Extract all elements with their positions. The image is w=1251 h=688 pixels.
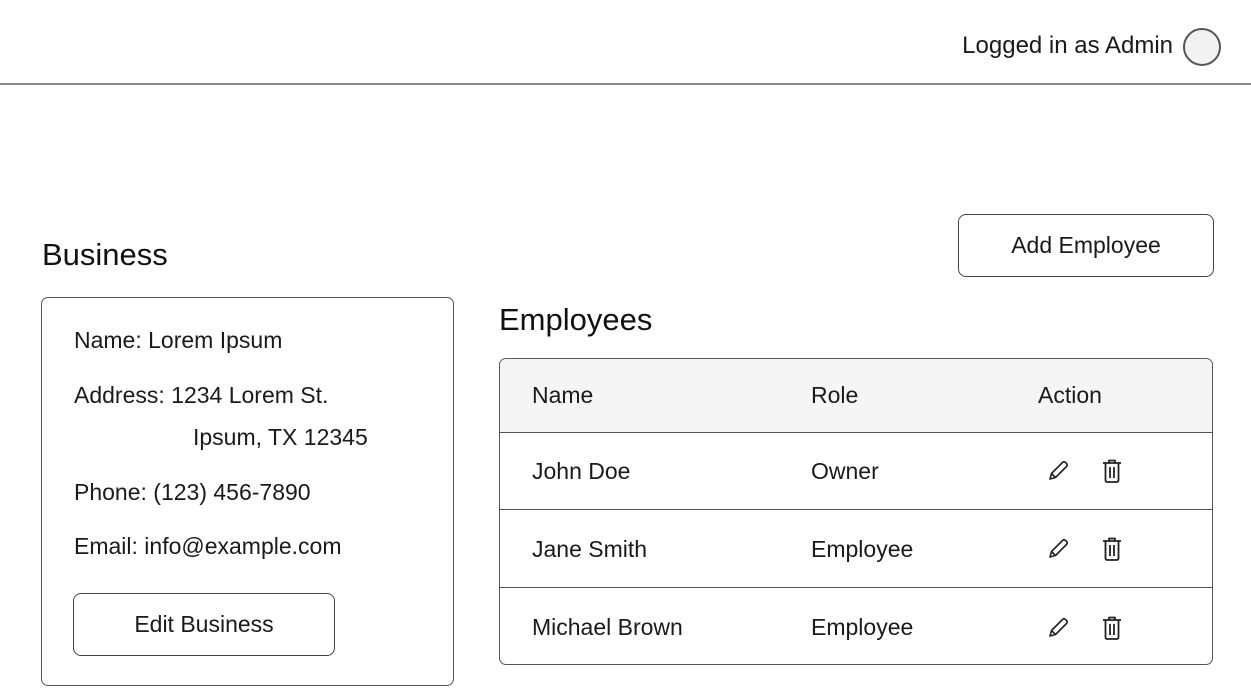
employee-name: John Doe xyxy=(532,457,631,484)
pencil-icon[interactable] xyxy=(1045,457,1071,485)
trash-icon[interactable] xyxy=(1099,535,1125,563)
employee-role: Employee xyxy=(811,535,914,562)
employee-role: Employee xyxy=(811,614,914,640)
row-actions xyxy=(1045,589,1125,664)
business-email: Email: info@example.com xyxy=(74,533,342,559)
column-header-action: Action xyxy=(1038,382,1102,408)
table-row: John Doe Owner xyxy=(500,433,1212,510)
table-row: Jane Smith Employee xyxy=(500,511,1212,588)
business-section-title: Business xyxy=(42,237,168,272)
edit-business-button[interactable]: Edit Business xyxy=(73,593,335,656)
business-address-line-1: Address: 1234 Lorem St. xyxy=(74,382,329,408)
employee-name: Michael Brown xyxy=(532,614,683,640)
employees-table: Name Role Action John Doe Owner Jane Smi… xyxy=(499,358,1213,665)
column-header-name: Name xyxy=(532,382,594,408)
pencil-icon[interactable] xyxy=(1045,535,1071,563)
row-actions xyxy=(1045,433,1125,509)
add-employee-button[interactable]: Add Employee xyxy=(958,214,1214,277)
business-address-line-2: Ipsum, TX 12345 xyxy=(193,424,368,450)
logged-in-status: Logged in as Admin xyxy=(962,32,1173,59)
trash-icon[interactable] xyxy=(1099,614,1125,642)
row-actions xyxy=(1045,511,1125,587)
trash-icon[interactable] xyxy=(1099,457,1125,485)
business-card: Name: Lorem Ipsum Address: 1234 Lorem St… xyxy=(41,297,454,686)
table-row: Michael Brown Employee xyxy=(500,589,1212,664)
employees-section-title: Employees xyxy=(499,302,653,337)
pencil-icon[interactable] xyxy=(1045,614,1071,642)
employee-role: Owner xyxy=(811,457,879,484)
table-header-row: Name Role Action xyxy=(500,359,1212,433)
avatar[interactable] xyxy=(1183,28,1221,66)
business-phone: Phone: (123) 456-7890 xyxy=(74,479,311,505)
header-divider xyxy=(0,83,1251,85)
business-name: Name: Lorem Ipsum xyxy=(74,327,283,353)
column-header-role: Role xyxy=(811,382,859,408)
employee-name: Jane Smith xyxy=(532,535,648,562)
